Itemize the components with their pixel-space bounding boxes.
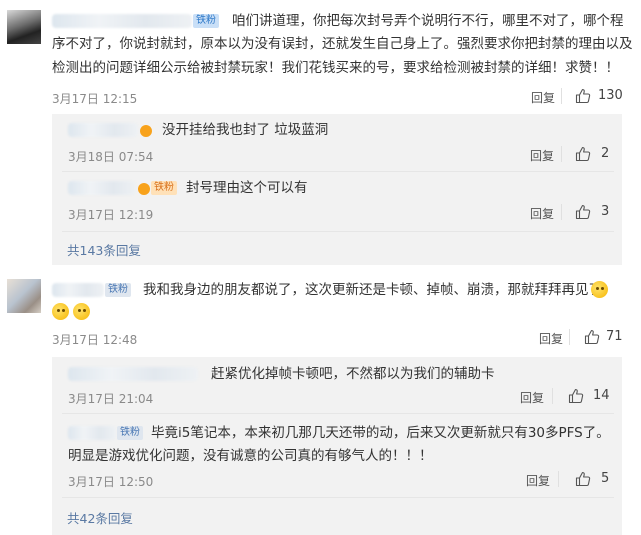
fan-badge: 铁粉 [105, 283, 131, 297]
more-replies-link[interactable]: 共42条回复 [67, 508, 133, 527]
comment-text-line: 序不对了，你说封就封，原本以为没有误封，还就发生自己身上了。强烈要求你把封禁的理… [52, 36, 633, 52]
fan-badge: 铁粉 [151, 181, 177, 195]
username-blurred[interactable] [52, 14, 192, 28]
thumbs-up-icon[interactable] [575, 204, 591, 220]
reply-text: 封号理由这个可以有 [186, 180, 308, 196]
thumbs-up-icon[interactable] [575, 146, 591, 162]
grinning-face-icon [591, 281, 608, 298]
reply-text: 没开挂给我也封了 垃圾蓝洞 [162, 122, 329, 138]
v-badge-icon [140, 125, 152, 137]
avatar[interactable] [7, 279, 41, 313]
reply-button[interactable]: 回复 [520, 389, 544, 406]
grinning-face-icon [73, 303, 90, 320]
timestamp: 3月17日 12:50 [68, 475, 154, 489]
thumbs-up-icon[interactable] [584, 329, 600, 345]
thumbs-up-icon[interactable] [568, 388, 584, 404]
timestamp: 3月17日 12:19 [68, 208, 154, 222]
fan-badge: 铁粉 [193, 14, 219, 28]
username-blurred[interactable] [68, 367, 198, 381]
divider [558, 471, 559, 487]
comment-text-line: 我和我身边的朋友都说了，这次更新还是卡顿、掉帧、崩溃，那就拜拜再见了 [143, 282, 602, 298]
reply-text: 赶紧优化掉帧卡顿吧，不然都以为我们的辅助卡 [211, 366, 495, 382]
username-blurred[interactable] [52, 283, 104, 297]
divider [552, 388, 553, 404]
fan-badge: 铁粉 [117, 426, 143, 440]
divider [561, 204, 562, 220]
like-count: 130 [598, 88, 623, 103]
divider [62, 171, 614, 172]
reply-button[interactable]: 回复 [530, 205, 554, 222]
timestamp: 3月17日 12:48 [52, 333, 138, 347]
reply-text-line: 毕竟i5笔记本，本来初几那几天还带的动，后来又次更新就只有30多PFS了。 [151, 425, 610, 441]
avatar[interactable] [7, 10, 41, 44]
divider [62, 231, 614, 232]
divider [569, 329, 570, 345]
more-replies-link[interactable]: 共143条回复 [67, 240, 141, 259]
divider [62, 413, 614, 414]
timestamp: 3月17日 21:04 [68, 392, 154, 406]
comment-text-line: 检测出的问题详细公示给被封禁玩家！我们花钱买来的号，要求给检测被封禁的详细！求赞… [52, 60, 619, 76]
divider [561, 146, 562, 162]
like-count: 71 [606, 329, 623, 344]
timestamp: 3月18日 07:54 [68, 150, 154, 164]
reply-button[interactable]: 回复 [531, 89, 555, 106]
timestamp: 3月17日 12:15 [52, 92, 138, 106]
comment-text-line: 咱们讲道理，你把每次封号弄个说明行不行，哪里不对了，哪个程 [232, 13, 624, 29]
like-count: 2 [601, 146, 610, 161]
divider [62, 497, 614, 498]
reply-text-line: 明显是游戏优化问题，没有诚意的公司真的有够气人的！！！ [68, 448, 433, 464]
like-count: 3 [601, 204, 610, 219]
reply-button[interactable]: 回复 [526, 472, 550, 489]
like-count: 14 [593, 388, 610, 403]
thumbs-up-icon[interactable] [575, 88, 591, 104]
reply-button[interactable]: 回复 [539, 330, 563, 347]
divider [561, 88, 562, 104]
grinning-face-icon [52, 303, 69, 320]
username-blurred[interactable] [68, 123, 138, 137]
reply-button[interactable]: 回复 [530, 147, 554, 164]
like-count: 5 [601, 471, 610, 486]
thumbs-up-icon[interactable] [575, 471, 591, 487]
username-blurred[interactable] [68, 426, 116, 440]
username-blurred[interactable] [68, 181, 136, 195]
v-badge-icon [138, 183, 150, 195]
